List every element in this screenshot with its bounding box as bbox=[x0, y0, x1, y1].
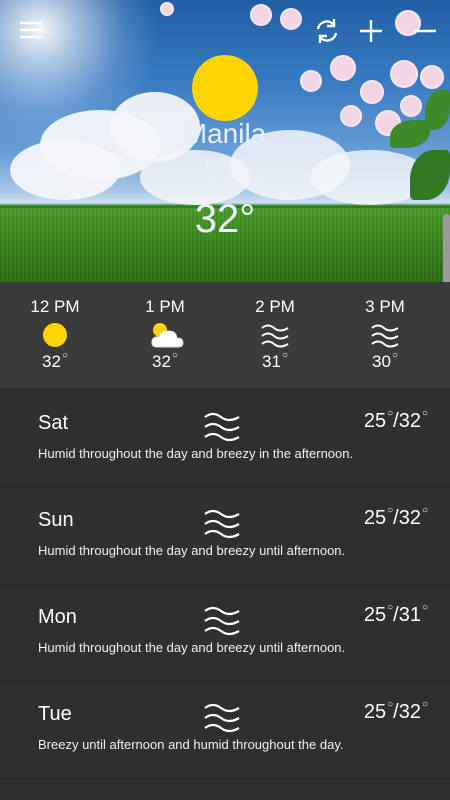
day-row[interactable]: Sat 25○/32○ Humid throughout the day and… bbox=[0, 390, 450, 488]
blossom bbox=[420, 65, 444, 89]
day-description: Breezy until afternoon and humid through… bbox=[38, 737, 344, 752]
day-row[interactable]: Tue 25○/32○ Breezy until afternoon and h… bbox=[0, 681, 450, 779]
weather-hero: Manila Humid Feels like: 37 32° bbox=[0, 0, 450, 282]
hour-time: 1 PM bbox=[145, 297, 185, 316]
hourly-forecast: 12 PM 32○ 1 PM 32○ 2 PM 31○ 3 PM 30○ bbox=[0, 282, 450, 388]
day-description: Humid throughout the day and breezy in t… bbox=[38, 446, 354, 461]
current-temperature: 32° bbox=[194, 197, 256, 241]
temp-range: 25○/31○ bbox=[363, 602, 428, 626]
hour-temp: 32○ bbox=[152, 350, 178, 371]
day-description: Humid throughout the day and breezy unti… bbox=[38, 543, 346, 558]
wind-icon bbox=[203, 410, 241, 444]
hour-time: 3 PM bbox=[365, 297, 405, 316]
day-name: Sun bbox=[38, 509, 74, 531]
wind-icon bbox=[260, 322, 290, 350]
refresh-icon[interactable] bbox=[312, 16, 342, 46]
blossom bbox=[280, 8, 302, 30]
feels-like-text: Feels like: 37 bbox=[180, 176, 270, 193]
blossom bbox=[330, 55, 356, 81]
partly-cloudy-icon bbox=[150, 322, 184, 350]
temp-range: 25○/32○ bbox=[363, 505, 428, 529]
blossom bbox=[250, 4, 272, 26]
hour-temp: 32○ bbox=[42, 350, 68, 371]
blossom bbox=[360, 80, 384, 104]
sun-icon bbox=[192, 55, 258, 121]
hour-time: 12 PM bbox=[30, 297, 80, 316]
wind-icon bbox=[203, 701, 241, 735]
day-row[interactable]: Mon 25○/31○ Humid throughout the day and… bbox=[0, 584, 450, 682]
wind-icon bbox=[203, 507, 241, 541]
minus-icon[interactable] bbox=[410, 16, 440, 46]
wind-icon bbox=[370, 322, 400, 350]
day-row[interactable]: Sun 25○/32○ Humid throughout the day and… bbox=[0, 487, 450, 585]
sun-icon bbox=[40, 322, 70, 350]
menu-icon[interactable] bbox=[18, 16, 48, 46]
blossom bbox=[390, 60, 418, 88]
condition-text: Humid bbox=[204, 155, 246, 171]
temp-range: 25○/32○ bbox=[363, 699, 428, 723]
city-name: Manila bbox=[183, 118, 267, 149]
wind-icon bbox=[203, 604, 241, 638]
day-description: Humid throughout the day and breezy unti… bbox=[38, 640, 346, 655]
day-name: Mon bbox=[38, 606, 77, 628]
day-name: Sat bbox=[38, 412, 69, 434]
blossom bbox=[300, 70, 322, 92]
temp-range: 25○/32○ bbox=[363, 408, 428, 432]
daily-forecast: Sat 25○/32○ Humid throughout the day and… bbox=[0, 390, 450, 800]
blossom bbox=[400, 95, 422, 117]
hour-temp: 31○ bbox=[262, 350, 288, 371]
add-icon[interactable] bbox=[356, 16, 386, 46]
blossom bbox=[160, 2, 174, 16]
hour-time: 2 PM bbox=[255, 297, 295, 316]
day-name: Tue bbox=[38, 703, 72, 725]
hour-temp: 30○ bbox=[372, 350, 398, 371]
